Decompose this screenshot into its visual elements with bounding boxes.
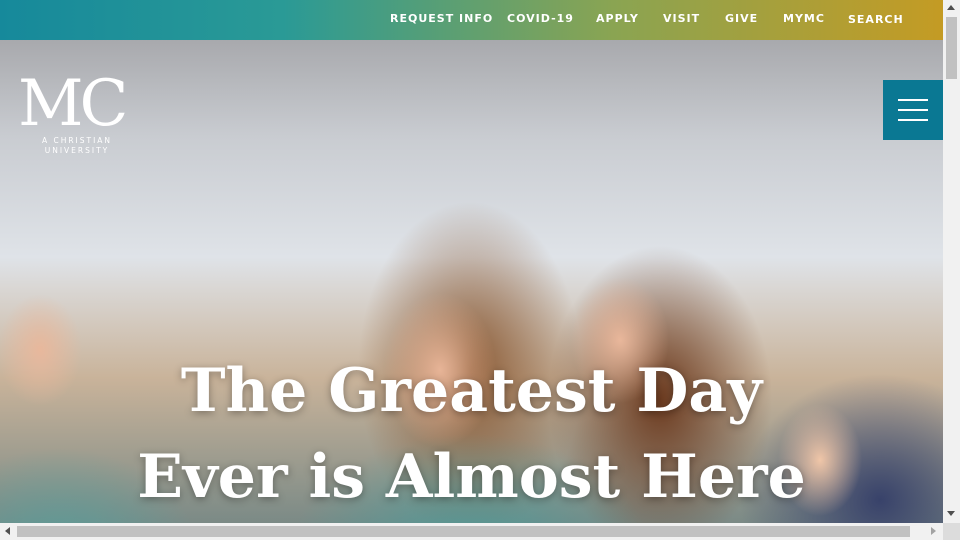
covid-19-link[interactable]: COVID-19 <box>507 12 574 25</box>
mymc-link[interactable]: MYMC <box>783 12 825 25</box>
hamburger-menu-button[interactable] <box>883 80 943 140</box>
logo-tagline-line2: UNIVERSITY <box>44 146 110 155</box>
vertical-scrollbar[interactable] <box>943 0 960 523</box>
scroll-down-arrow-icon[interactable] <box>947 511 955 516</box>
horizontal-scroll-thumb[interactable] <box>17 526 910 537</box>
hamburger-menu-icon-bar <box>898 109 928 111</box>
apply-link[interactable]: APPLY <box>596 12 639 25</box>
hero-headline-line2: Ever is Almost Here <box>137 442 806 512</box>
utility-nav-links: REQUEST INFO COVID-19 APPLY VISIT GIVE M… <box>0 0 943 40</box>
request-info-link[interactable]: REQUEST INFO <box>390 12 493 25</box>
hamburger-menu-icon-bar <box>898 119 928 121</box>
scroll-right-arrow-icon[interactable] <box>931 527 936 535</box>
search-link[interactable]: SEARCH <box>848 13 904 26</box>
visit-link[interactable]: VISIT <box>663 12 700 25</box>
vertical-scroll-thumb[interactable] <box>946 17 957 79</box>
hero-headline: The Greatest Day Ever is Almost Here <box>0 348 943 520</box>
university-logo[interactable]: MC A CHRISTIAN UNIVERSITY <box>18 72 138 156</box>
hamburger-menu-icon <box>898 99 928 101</box>
utility-nav-bar: REQUEST INFO COVID-19 APPLY VISIT GIVE M… <box>0 0 943 40</box>
scrollbar-corner <box>943 523 960 540</box>
scroll-up-arrow-icon[interactable] <box>947 5 955 10</box>
logo-mark: MC <box>18 67 129 141</box>
hero-banner: MC A CHRISTIAN UNIVERSITY The Greatest D… <box>0 40 943 523</box>
hero-headline-line1: The Greatest Day <box>180 356 763 426</box>
give-link[interactable]: GIVE <box>725 12 758 25</box>
scroll-left-arrow-icon[interactable] <box>5 527 10 535</box>
horizontal-scrollbar[interactable] <box>0 523 943 540</box>
